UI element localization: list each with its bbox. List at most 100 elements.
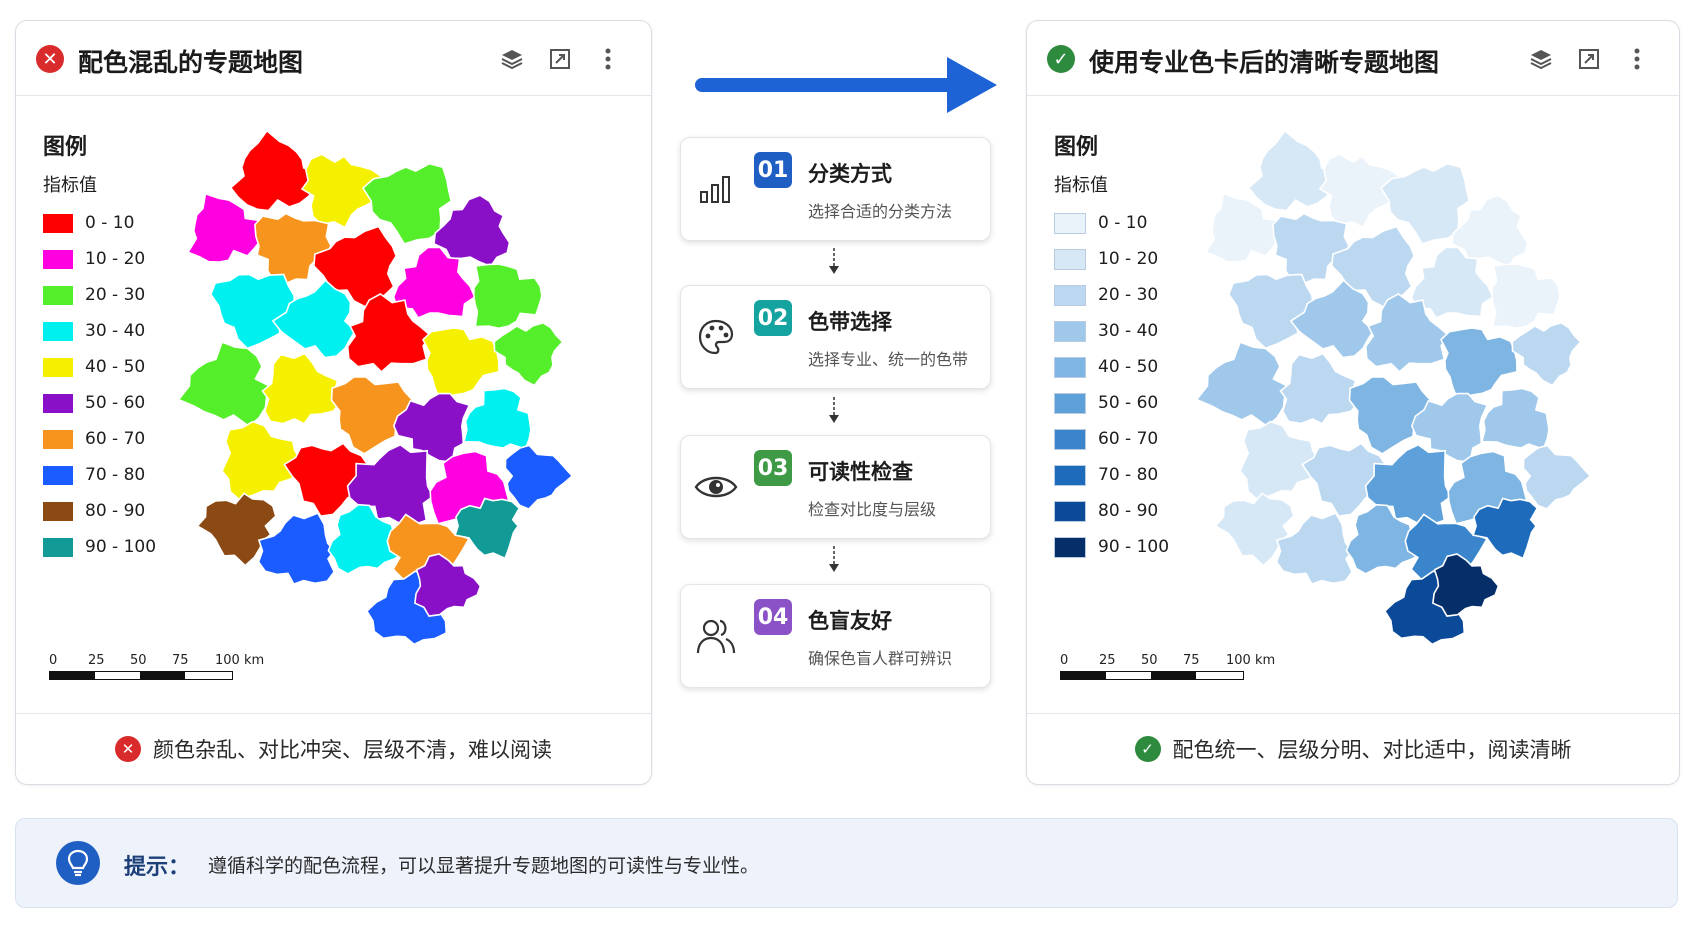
more-vertical-icon[interactable] (1619, 41, 1655, 77)
legend-label: 40 - 50 (1098, 357, 1159, 377)
map-region (462, 387, 532, 450)
expand-icon[interactable] (1571, 41, 1607, 77)
arrow-down-icon (829, 397, 839, 423)
legend-label: 10 - 20 (1098, 249, 1159, 269)
scale-label: 75 (172, 653, 189, 668)
step-description: 选择专业、统一的色带 (808, 350, 969, 369)
users-icon (693, 613, 739, 659)
legend-subtitle: 指标值 (43, 175, 97, 196)
legend-swatch (1054, 212, 1086, 234)
expand-icon[interactable] (542, 41, 578, 77)
legend-items: 0 - 10 10 - 20 20 - 30 30 - 40 40 - 50 50 - 6… (1054, 205, 1169, 565)
bar-chart-icon (693, 166, 739, 212)
chaotic-choropleth-map (179, 129, 574, 646)
legend-label: 40 - 50 (85, 357, 146, 377)
legend-subtitle: 指标值 (1054, 175, 1108, 196)
step-description: 检查对比度与层级 (808, 500, 937, 519)
legend-label: 50 - 60 (1098, 393, 1159, 413)
step-number: 04 (754, 599, 792, 635)
legend-swatch (43, 429, 73, 449)
legend-swatch (1054, 428, 1086, 450)
step-number: 01 (754, 152, 792, 188)
step-card-classification[interactable]: 01 分类方式 选择合适的分类方法 (680, 137, 991, 241)
map-region (1522, 444, 1592, 510)
legend-item: 20 - 30 (43, 277, 156, 313)
scale-bar: 0 25 50 75 100 km (1060, 653, 1280, 680)
legend-swatch (1054, 500, 1086, 522)
map-region (454, 497, 521, 560)
legend-title: 图例 (43, 135, 88, 160)
scale-label: 100 km (1226, 653, 1276, 668)
scale-label: 50 (130, 653, 147, 668)
lightbulb-icon (56, 841, 100, 885)
legend-swatch (43, 213, 73, 233)
step-title: 分类方式 (808, 162, 892, 186)
map-region (254, 212, 332, 285)
step-title: 色带选择 (808, 310, 892, 334)
scale-label: 0 (49, 653, 58, 668)
legend-item: 40 - 50 (1054, 349, 1169, 385)
arrow-right-icon (695, 57, 997, 113)
step-card-readability[interactable]: 03 可读性检查 检查对比度与层级 (680, 435, 991, 539)
map-region (504, 444, 574, 510)
panel-header: ✓ 使用专业色卡后的清晰专题地图 (1027, 21, 1679, 96)
legend-item: 40 - 50 (43, 349, 156, 385)
eye-icon (693, 464, 739, 510)
legend-swatch (1054, 320, 1086, 342)
check-circle-icon: ✓ (1134, 736, 1161, 762)
map-legend: 图例 指标值 0 - 10 10 - 20 20 - 30 30 - 40 40 - 5… (1054, 129, 1169, 565)
step-number: 03 (754, 450, 792, 486)
legend-item: 80 - 90 (43, 493, 156, 529)
legend-item: 90 - 100 (1054, 529, 1169, 565)
legend-label: 20 - 30 (85, 285, 146, 305)
tip-label: 提示： (124, 855, 191, 880)
legend-swatch (43, 249, 73, 269)
legend-swatch (43, 501, 73, 521)
legend-swatch (43, 321, 73, 341)
map-region (1275, 512, 1354, 586)
legend-label: 80 - 90 (1098, 501, 1159, 521)
legend-item: 50 - 60 (1054, 385, 1169, 421)
check-circle-icon: ✓ (1047, 45, 1075, 73)
legend-label: 0 - 10 (1098, 213, 1148, 233)
legend-swatch (1054, 464, 1086, 486)
step-card-colorblind[interactable]: 04 色盲友好 确保色盲人群可辨识 (680, 584, 991, 688)
legend-item: 20 - 30 (1054, 277, 1169, 313)
map-region (493, 321, 564, 387)
chaotic-map-panel: ✕ 配色混乱的专题地图 图例 指标值 0 - 10 10 - 20 20 - 30 3… (15, 20, 652, 785)
map-region (1228, 273, 1314, 350)
legend-label: 70 - 80 (85, 465, 146, 485)
layers-icon[interactable] (494, 41, 530, 77)
step-card-color-ramp[interactable]: 02 色带选择 选择专业、统一的色带 (680, 285, 991, 389)
legend-label: 30 - 40 (85, 321, 146, 341)
sequential-choropleth-map (1197, 129, 1592, 646)
legend-swatch (43, 465, 73, 485)
legend-item: 10 - 20 (43, 241, 156, 277)
tip-text: 遵循科学的配色流程，可以显著提升专题地图的可读性与专业性。 (208, 855, 760, 877)
step-title: 可读性检查 (808, 460, 913, 484)
legend-label: 70 - 80 (1098, 465, 1159, 485)
tip-banner: 提示： 遵循科学的配色流程，可以显著提升专题地图的可读性与专业性。 (15, 818, 1678, 908)
legend-item: 10 - 20 (1054, 241, 1169, 277)
legend-swatch (43, 393, 73, 413)
legend-label: 30 - 40 (1098, 321, 1159, 341)
step-description: 确保色盲人群可辨识 (808, 649, 953, 668)
scale-label: 100 km (215, 653, 265, 668)
map-region (1279, 352, 1360, 425)
map-region (261, 352, 342, 425)
footer-text: 配色统一、层级分明、对比适中，阅读清晰 (1172, 738, 1572, 762)
legend-item: 0 - 10 (1054, 205, 1169, 241)
error-icon: ✕ (36, 45, 64, 73)
legend-label: 0 - 10 (85, 213, 135, 233)
map-region (1440, 327, 1518, 401)
map-region (1511, 321, 1582, 387)
layers-icon[interactable] (1523, 41, 1559, 77)
map-region (422, 327, 500, 401)
legend-item: 30 - 40 (43, 313, 156, 349)
legend-item: 90 - 100 (43, 529, 156, 565)
more-vertical-icon[interactable] (590, 41, 626, 77)
legend-item: 60 - 70 (1054, 421, 1169, 457)
legend-label: 90 - 100 (85, 537, 157, 557)
legend-swatch (43, 357, 73, 377)
panel-header: ✕ 配色混乱的专题地图 (16, 21, 651, 96)
